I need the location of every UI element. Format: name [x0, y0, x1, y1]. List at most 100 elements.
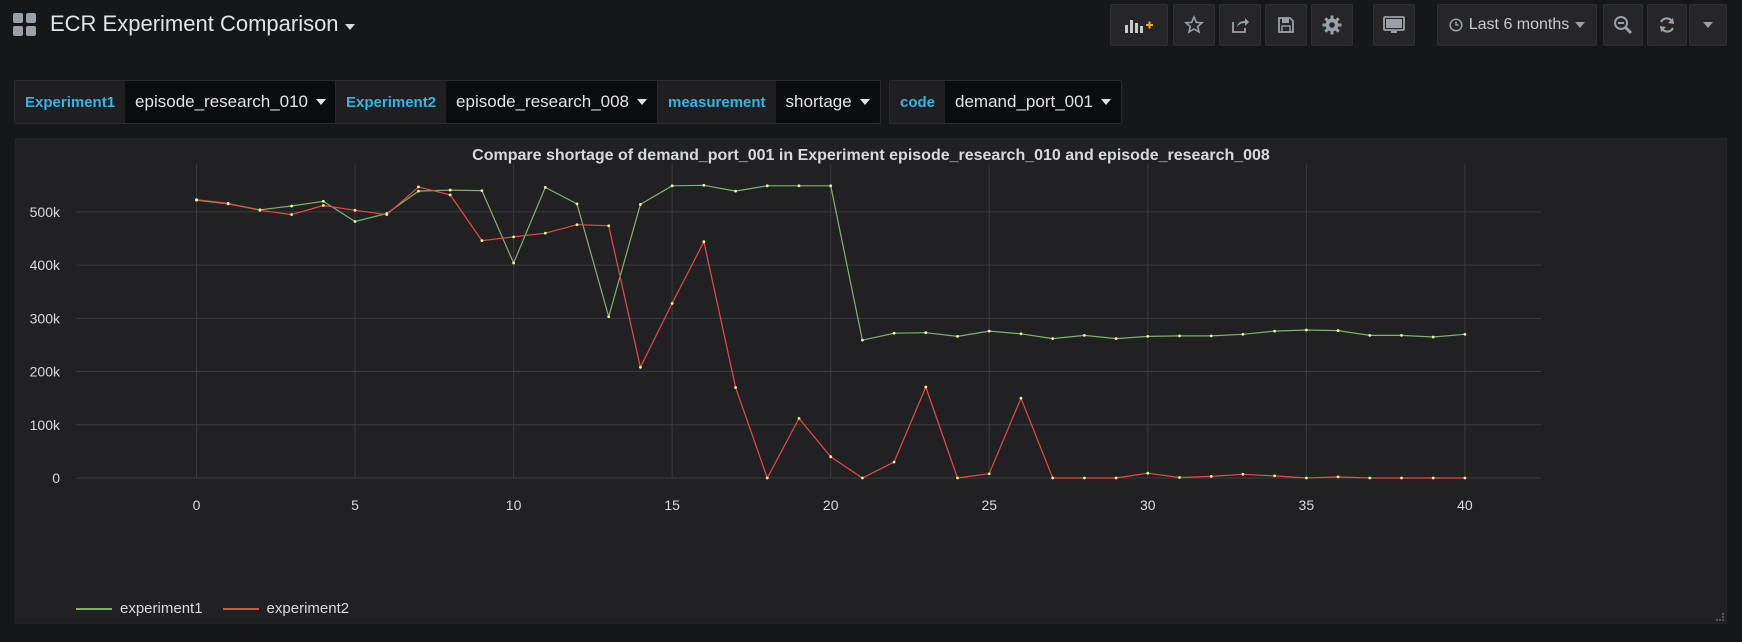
top-navbar: ECR Experiment Comparison Last 6 months: [0, 0, 1742, 52]
line-chart[interactable]: 0 100k 200k 300k 400k 500k 0 5 10 15 20 25 30 35 40: [16, 139, 1728, 625]
data-point-experiment1: [1273, 329, 1277, 333]
chevron-down-icon: [1703, 22, 1713, 28]
data-point-experiment2: [1209, 475, 1213, 478]
data-point-experiment1: [861, 338, 864, 342]
variable-value: demand_port_001: [955, 92, 1094, 111]
data-point-experiment1: [575, 202, 579, 206]
data-point-experiment1: [1146, 335, 1150, 338]
chevron-down-icon[interactable]: [345, 24, 355, 30]
legend-item-experiment2[interactable]: experiment2: [222, 600, 350, 617]
y-tick-label: 100k: [30, 417, 61, 433]
data-point-experiment1: [797, 184, 801, 188]
tv-mode-button[interactable]: [1373, 4, 1415, 46]
x-tick-label: 35: [1299, 497, 1315, 513]
variable-value: episode_research_010: [135, 92, 309, 111]
legend-swatch: [76, 607, 112, 610]
chart-legend: experiment1 experiment2: [76, 600, 349, 617]
variable-select[interactable]: episode_research_010: [125, 81, 337, 123]
zoom-out-button[interactable]: [1603, 4, 1643, 46]
variable-label: code: [890, 81, 946, 123]
variable-label: Experiment1: [15, 81, 126, 123]
data-point-experiment2: [1241, 472, 1245, 476]
share-button[interactable]: [1219, 4, 1261, 46]
y-tick-label: 300k: [30, 310, 61, 326]
data-point-experiment1: [1400, 333, 1403, 337]
legend-item-experiment1[interactable]: experiment1: [76, 600, 203, 617]
data-point-experiment2: [258, 208, 262, 212]
data-point-experiment2: [670, 302, 674, 305]
data-point-experiment2: [1304, 476, 1308, 480]
chevron-down-icon: [637, 99, 648, 105]
data-point-experiment1: [1368, 333, 1372, 337]
data-point-experiment2: [987, 472, 991, 476]
data-point-experiment1: [480, 189, 484, 193]
data-point-experiment2: [1463, 476, 1467, 480]
data-point-experiment2: [385, 213, 389, 216]
data-point-experiment2: [1336, 475, 1340, 479]
data-point-experiment1: [702, 183, 706, 187]
data-point-experiment1: [448, 188, 452, 192]
data-point-experiment1: [1051, 337, 1055, 340]
data-point-experiment2: [1431, 476, 1435, 480]
data-point-experiment2: [861, 476, 864, 480]
data-point-experiment1: [512, 261, 515, 265]
data-point-experiment1: [1082, 333, 1086, 337]
data-point-experiment1: [1019, 332, 1023, 336]
time-range-picker[interactable]: Last 6 months: [1437, 4, 1597, 46]
data-point-experiment2: [607, 224, 611, 228]
gear-icon: [1322, 15, 1342, 35]
y-tick-label: 0: [52, 470, 60, 486]
data-point-experiment1: [987, 329, 991, 333]
data-point-experiment1: [543, 186, 547, 189]
data-point-experiment2: [892, 460, 896, 464]
add-panel-button[interactable]: [1110, 4, 1168, 46]
dashboard-title[interactable]: ECR Experiment Comparison: [50, 11, 339, 37]
panel-resize-handle[interactable]: [1716, 613, 1724, 621]
chevron-down-icon: [1101, 99, 1112, 105]
refresh-interval-dropdown[interactable]: [1689, 4, 1727, 46]
data-point-experiment1: [829, 184, 833, 188]
save-icon: [1278, 17, 1294, 33]
x-tick-label: 5: [351, 497, 359, 513]
data-point-experiment2: [1368, 476, 1372, 480]
variable-code: code demand_port_001: [889, 80, 1123, 124]
legend-label: experiment2: [266, 600, 350, 617]
data-point-experiment2: [575, 223, 579, 227]
variable-experiment2: Experiment2 episode_research_008: [335, 80, 659, 124]
apps-grid-icon[interactable]: [13, 13, 37, 37]
save-button[interactable]: [1265, 4, 1307, 46]
data-point-experiment1: [670, 184, 674, 188]
variable-label: Experiment2: [336, 81, 447, 123]
variable-select[interactable]: episode_research_008: [446, 81, 658, 123]
settings-button[interactable]: [1311, 4, 1353, 46]
data-point-experiment2: [1146, 471, 1150, 475]
variable-value: shortage: [785, 92, 852, 111]
data-point-experiment2: [480, 239, 484, 243]
variable-select[interactable]: shortage: [775, 81, 880, 123]
data-point-experiment2: [226, 201, 230, 205]
data-point-experiment2: [765, 476, 769, 480]
data-point-experiment1: [1209, 334, 1213, 338]
data-point-experiment2: [1400, 476, 1403, 480]
chevron-down-icon: [859, 99, 870, 105]
graph-panel: Compare shortage of demand_port_001 in E…: [15, 138, 1727, 624]
variable-experiment1: Experiment1 episode_research_010: [14, 80, 338, 124]
data-point-experiment2: [1019, 396, 1023, 400]
x-tick-label: 25: [981, 497, 997, 513]
variable-value: episode_research_008: [456, 92, 630, 111]
data-point-experiment1: [1178, 334, 1181, 338]
variable-select[interactable]: demand_port_001: [945, 81, 1122, 123]
data-point-experiment2: [702, 240, 706, 244]
data-point-experiment1: [417, 189, 420, 193]
chevron-down-icon: [1575, 22, 1586, 28]
data-point-experiment2: [639, 365, 642, 369]
star-button[interactable]: [1173, 4, 1215, 46]
x-tick-label: 30: [1140, 497, 1156, 513]
data-point-experiment2: [1082, 476, 1086, 480]
data-point-experiment1: [1241, 332, 1245, 336]
refresh-button[interactable]: [1647, 4, 1687, 46]
star-icon: [1184, 15, 1204, 34]
data-point-experiment1: [924, 331, 928, 335]
data-point-experiment2: [734, 386, 737, 389]
data-point-experiment1: [734, 189, 737, 193]
